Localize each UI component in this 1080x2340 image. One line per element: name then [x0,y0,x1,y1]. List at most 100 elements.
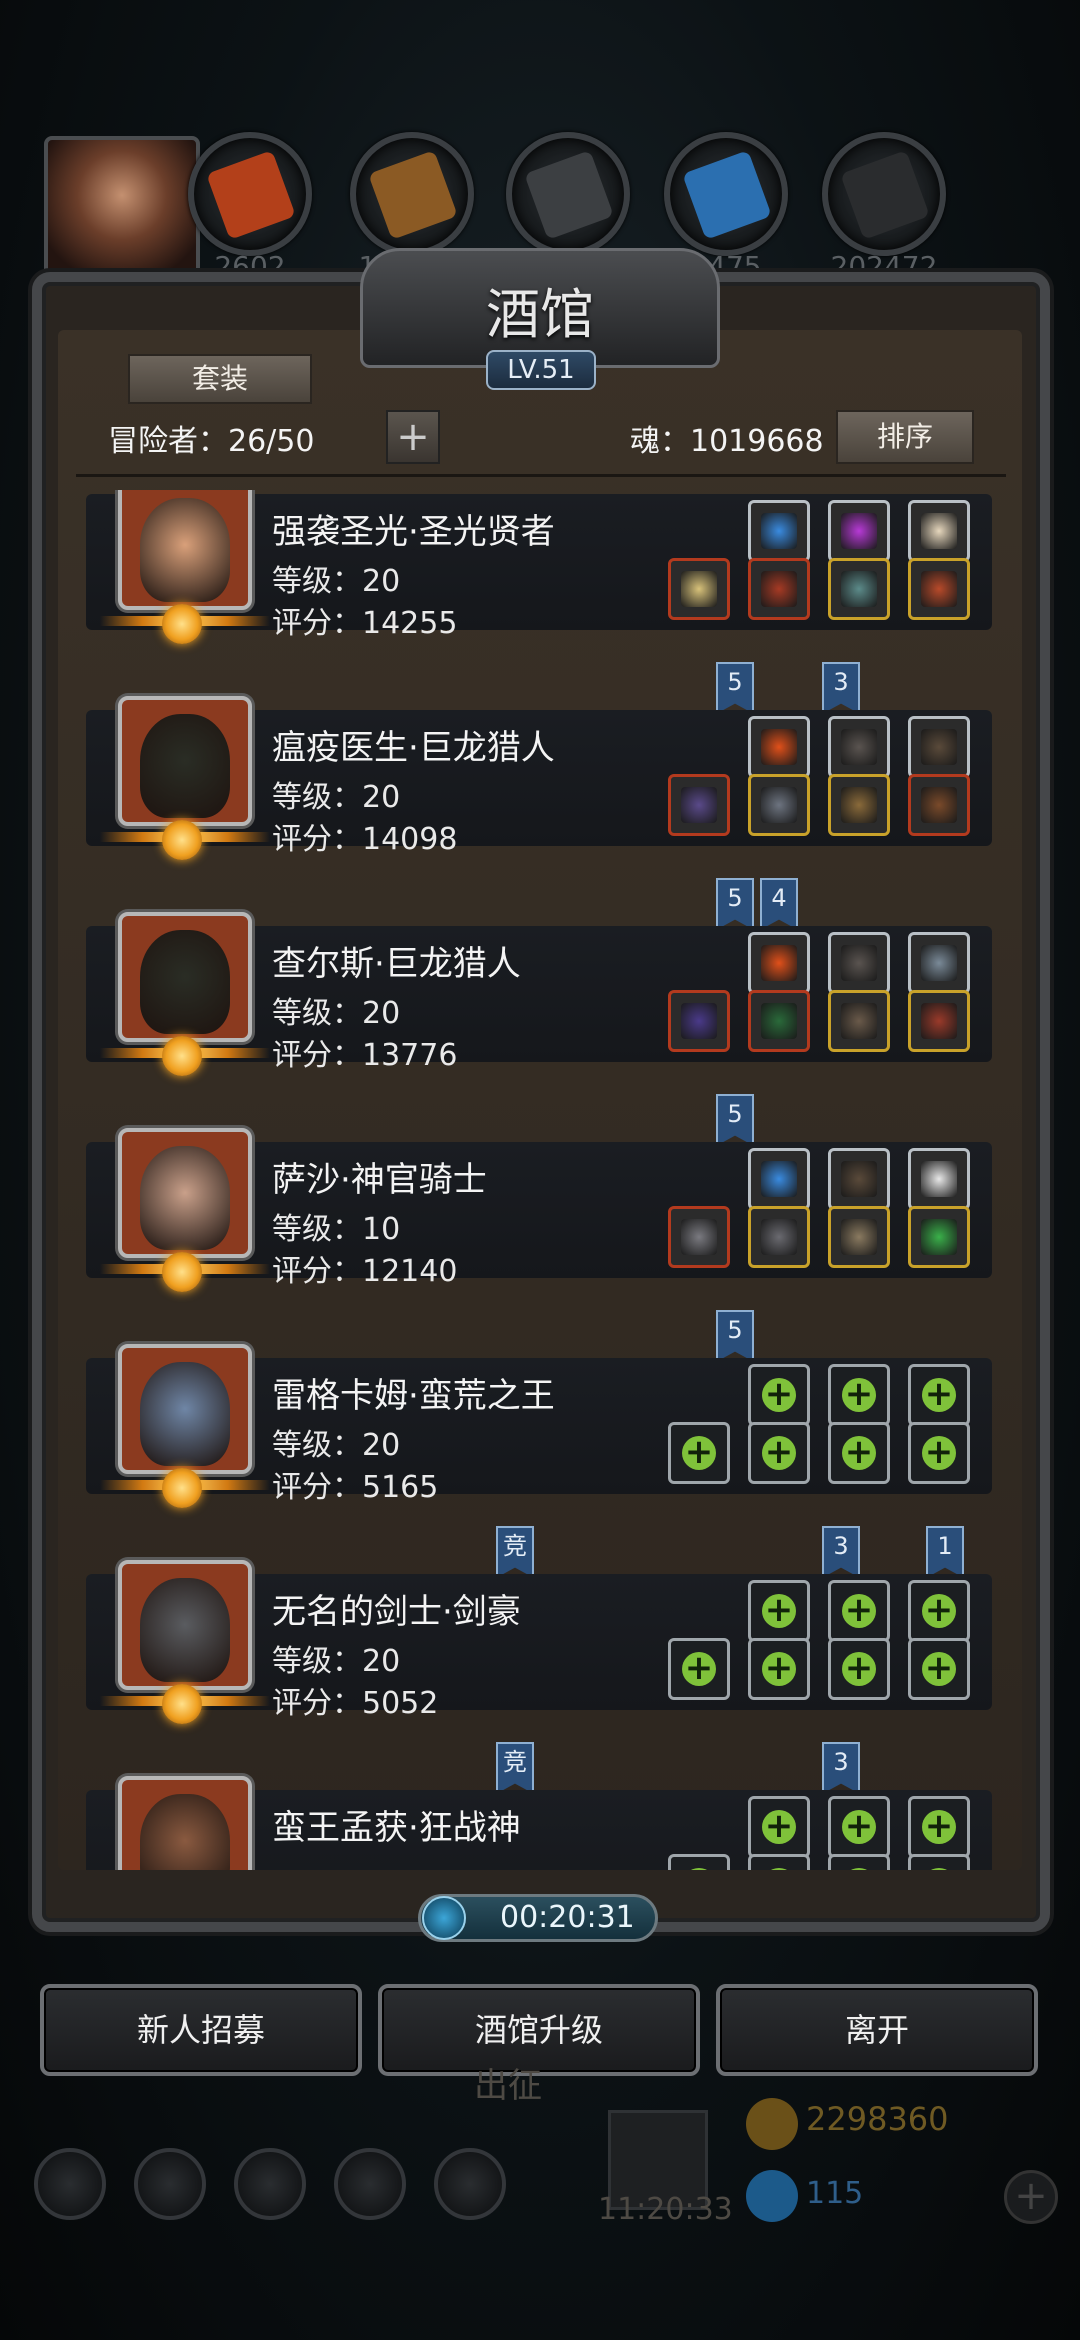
equipment-slot[interactable] [908,990,970,1052]
empty-slot[interactable]: + [828,1580,890,1642]
hero-portrait[interactable] [118,912,252,1042]
skill-slot-icon [761,1161,797,1197]
skill-slot[interactable] [908,932,970,994]
equipment-slot-icon [681,1219,717,1255]
skill-slot[interactable] [828,500,890,562]
resource-slot[interactable] [506,132,630,256]
skill-slot[interactable] [748,1148,810,1210]
hero-level: 等级：20 [272,780,401,815]
empty-slot[interactable]: + [908,1580,970,1642]
equipment-slot[interactable] [828,774,890,836]
equipment-slot[interactable] [748,990,810,1052]
hero-list[interactable]: 强袭圣光·圣光贤者 等级：20 评分：14255 5 3 瘟疫医生·巨龙猎人 等级：20 评分… [86,490,992,1870]
rank-emblem-icon [162,604,202,644]
empty-slot[interactable]: + [828,1364,890,1426]
hero-portrait[interactable] [118,1560,252,1690]
skill-slot[interactable] [748,716,810,778]
empty-slot[interactable]: + [748,1422,810,1484]
empty-slot[interactable]: + [668,1854,730,1870]
equipment-slot[interactable] [668,558,730,620]
gold-amount: 2298360 [806,2100,949,2138]
resource-slot[interactable] [822,132,946,256]
empty-slot[interactable]: + [828,1638,890,1700]
empty-slot[interactable]: + [748,1854,810,1870]
skill-slot[interactable] [908,500,970,562]
skill-slot-icon [761,513,797,549]
hero-face [140,714,230,818]
equipment-slot[interactable] [828,990,890,1052]
set-button[interactable]: 套装 [128,354,312,404]
skill-slot[interactable] [828,1148,890,1210]
equipment-slot-icon [761,787,797,823]
equipment-slot[interactable] [748,1206,810,1268]
equipment-slot[interactable] [668,990,730,1052]
skill-slot[interactable] [748,932,810,994]
empty-slot[interactable]: + [828,1796,890,1858]
hero-portrait[interactable] [118,696,252,826]
empty-slot[interactable]: + [668,1638,730,1700]
plus-icon: + [762,1377,796,1412]
gem-icon [746,2170,798,2222]
scroll-icon[interactable] [334,2148,406,2220]
skill-slot[interactable] [828,932,890,994]
hero-portrait[interactable] [118,490,252,610]
hero-portrait[interactable] [118,1776,252,1870]
hero-portrait[interactable] [118,1128,252,1258]
equipment-slot-icon [681,1003,717,1039]
skill-slot[interactable] [908,716,970,778]
empty-slot[interactable]: + [668,1422,730,1484]
bond-ribbon: 5 [716,1094,754,1146]
empty-slot[interactable]: + [748,1364,810,1426]
empty-slot[interactable]: + [828,1854,890,1870]
sort-button[interactable]: 排序 [836,410,974,464]
settings-icon[interactable] [34,2148,106,2220]
add-gem-icon[interactable]: + [1004,2170,1058,2224]
expand-capacity-button[interactable]: + [386,410,440,464]
hero-portrait[interactable] [118,1344,252,1474]
resource-slot[interactable] [350,132,474,256]
skill-slot[interactable] [908,1148,970,1210]
empty-slot[interactable]: + [828,1422,890,1484]
equipment-slot[interactable] [908,1206,970,1268]
empty-slot[interactable]: + [748,1580,810,1642]
empty-slot[interactable]: + [908,1638,970,1700]
resource-slot[interactable] [664,132,788,256]
skill-slot[interactable] [748,500,810,562]
empty-slot[interactable]: + [908,1854,970,1870]
expedition-label: 出征 [474,2066,542,2106]
equipment-slot[interactable] [828,1206,890,1268]
skill-slot[interactable] [828,716,890,778]
equipment-slot[interactable] [748,558,810,620]
equipment-slot[interactable] [908,558,970,620]
empty-slot[interactable]: + [748,1796,810,1858]
tower-icon[interactable] [234,2148,306,2220]
skill-slot-icon [841,1161,877,1197]
resource-slot[interactable] [188,132,312,256]
skill-slot-icon [921,513,957,549]
plus-icon: + [922,1867,956,1870]
equipment-slot[interactable] [908,774,970,836]
hero-level: 等级：20 [272,1428,401,1463]
plus-icon: + [762,1435,796,1470]
empty-slot[interactable]: + [908,1364,970,1426]
empty-slot[interactable]: + [748,1638,810,1700]
empty-slot[interactable]: + [908,1796,970,1858]
equipment-slot[interactable] [828,558,890,620]
swords-icon[interactable] [434,2148,506,2220]
empty-slot[interactable]: + [908,1422,970,1484]
resource-icon [206,150,296,240]
recruit-button[interactable]: 新人招募 [40,1984,362,2076]
bond-ribbon: 5 [716,662,754,714]
equipment-slot[interactable] [668,1206,730,1268]
leave-button[interactable]: 离开 [716,1984,1038,2076]
plus-icon: + [922,1809,956,1844]
equipment-slot[interactable] [668,774,730,836]
shield-icon[interactable] [134,2148,206,2220]
plus-icon: + [682,1435,716,1470]
timer-text: 00:20:31 [500,1900,635,1935]
resource-icon [682,150,772,240]
bond-ribbon: 1 [926,1526,964,1578]
hero-level: 等级：20 [272,1644,401,1679]
skill-slot-icon [841,729,877,765]
equipment-slot[interactable] [748,774,810,836]
